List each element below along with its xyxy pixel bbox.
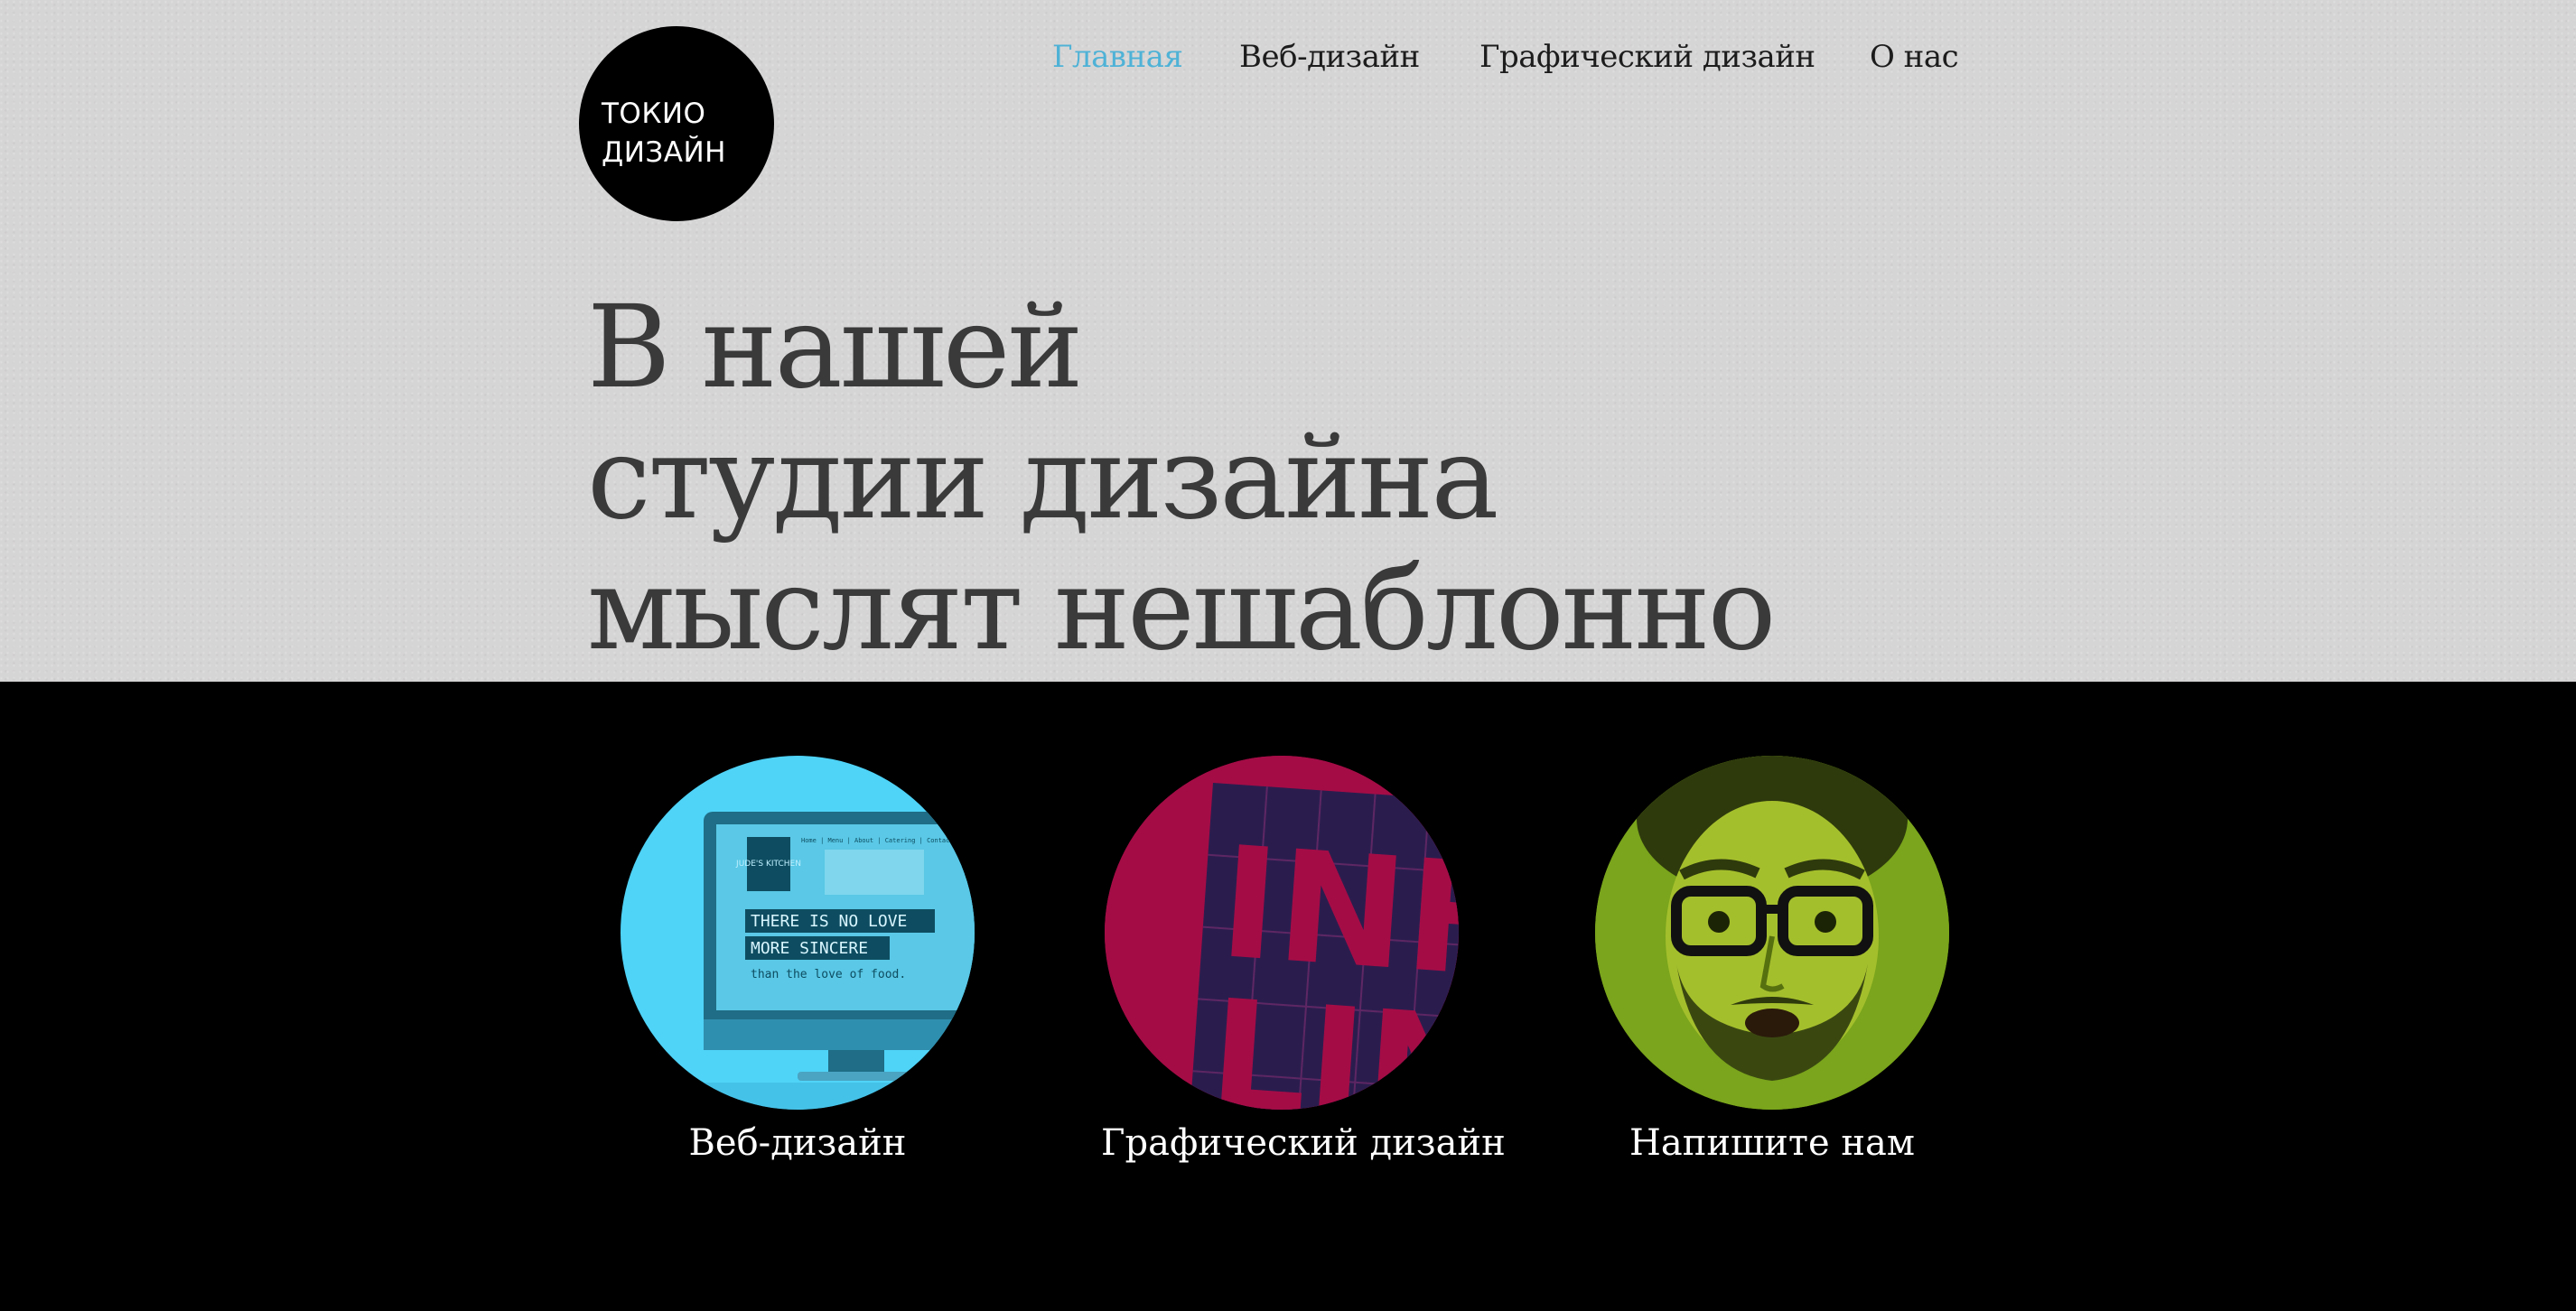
nav-item-web-design[interactable]: Веб-дизайн (1239, 34, 1420, 79)
logo-line-2: ДИЗАЙН (602, 136, 726, 169)
logo-line-1: ТОКИО (602, 98, 706, 130)
hero-section: ТОКИО ДИЗАЙН Главная Веб-дизайн Графичес… (0, 0, 2576, 682)
main-nav: Главная Веб-дизайн Графический дизайн О … (0, 34, 2576, 79)
portrait-illustration (1595, 756, 1949, 1110)
service-web-design[interactable]: JUDE'S KITCHEN Home | Menu | About | Cat… (617, 756, 978, 1166)
page-headline: В нашей студии дизайна мыслят нешаблонно (587, 281, 1777, 675)
service-graphic-design[interactable]: INFO LINE Графический дизайн (1101, 756, 1506, 1166)
web-design-image[interactable]: JUDE'S KITCHEN Home | Menu | About | Cat… (621, 756, 975, 1110)
graphic-design-image[interactable]: INFO LINE (1105, 756, 1459, 1110)
nav-item-graphic-design[interactable]: Графический дизайн (1479, 34, 1815, 79)
infoline-illustration: INFO LINE (1105, 756, 1459, 1110)
poster-word-2: LINE (1204, 967, 1459, 1110)
contact-photo[interactable] (1595, 756, 1949, 1110)
nav-item-home[interactable]: Главная (1052, 34, 1183, 79)
site-brand-text: JUDE'S KITCHEN (735, 860, 801, 869)
service-label-web-design: Веб-дизайн (688, 1122, 907, 1164)
headline-line-3: мыслят нешаблонно (587, 543, 1777, 675)
site-headline-line-2: MORE SINCERE (751, 939, 868, 958)
services-section: JUDE'S KITCHEN Home | Menu | About | Cat… (0, 682, 2576, 1311)
headline-line-2: студии дизайна (587, 412, 1498, 544)
headline-line-1: В нашей (587, 281, 1083, 414)
nav-item-about[interactable]: О нас (1870, 34, 1959, 79)
monitor-illustration: JUDE'S KITCHEN Home | Menu | About | Cat… (621, 812, 975, 1110)
service-contact[interactable]: Напишите нам (1591, 756, 1953, 1166)
service-label-contact: Напишите нам (1629, 1122, 1916, 1164)
service-label-graphic-design: Графический дизайн (1101, 1122, 1506, 1164)
site-menu-text: Home | Menu | About | Catering | Contact (801, 837, 954, 844)
site-tagline: than the love of food. (751, 968, 906, 981)
site-headline-line-1: THERE IS NO LOVE (751, 912, 907, 931)
